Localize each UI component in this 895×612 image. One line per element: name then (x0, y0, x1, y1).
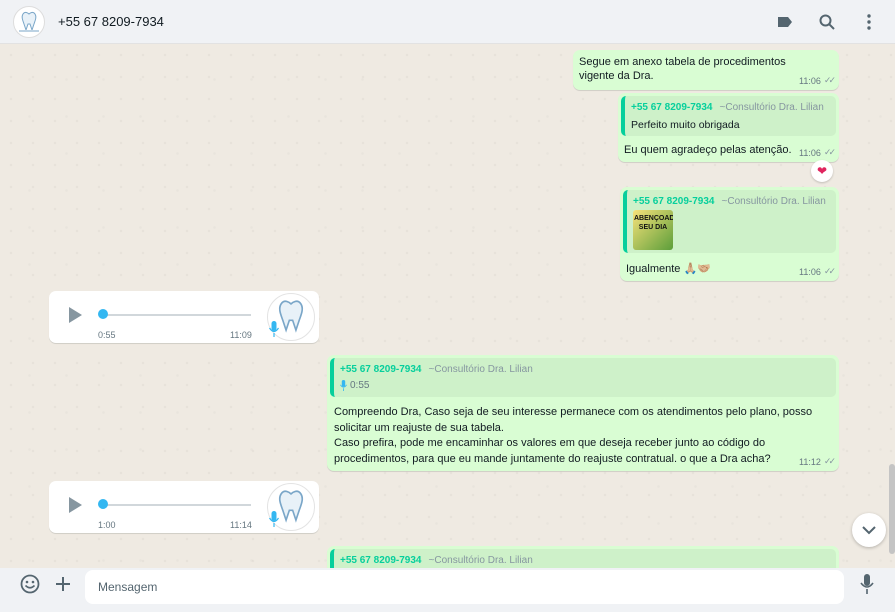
audio-progress-track[interactable] (99, 504, 251, 506)
message-meta: 11:06 ✓✓ (799, 266, 836, 277)
quote-author: +55 67 8209-7934 (631, 102, 713, 113)
quote-tag: ~Consultório Dra. Lilian (428, 555, 533, 566)
mic-icon (340, 380, 347, 391)
quoted-message[interactable]: +55 67 8209-7934 ~Consultório Dra. Lilia… (621, 96, 836, 136)
mic-icon[interactable] (857, 574, 877, 594)
message-input[interactable] (85, 570, 844, 604)
read-ticks-icon: ✓✓ (823, 75, 836, 85)
sticker-text: ABENÇOADO SEU DIA (634, 215, 673, 231)
message-outgoing[interactable]: +55 67 8209-7934 ~Consultório Dra. Lilia… (618, 93, 839, 162)
menu-icon[interactable] (859, 12, 879, 32)
chat-header: +55 67 8209-7934 (0, 0, 895, 44)
quote-text: Perfeito muito obrigada (631, 119, 740, 131)
quoted-message[interactable]: +55 67 8209-7934 ~Consultório Dra. Lilia… (623, 190, 836, 253)
contact-name[interactable]: +55 67 8209-7934 (58, 14, 164, 29)
quoted-message[interactable]: +55 67 8209-7934 ~Consultório Dra. Lilia… (330, 358, 836, 397)
tooth-logo-icon (19, 11, 39, 32)
quote-header: +55 67 8209-7934 ~Consultório Dra. Lilia… (340, 363, 533, 375)
message-time: 11:06 (799, 266, 821, 277)
mic-badge-icon (269, 511, 279, 527)
scroll-to-bottom-button[interactable] (852, 513, 886, 547)
header-actions (775, 0, 879, 44)
message-time: 11:12 (799, 456, 821, 467)
plus-icon[interactable] (53, 574, 73, 594)
chevron-down-icon (862, 525, 876, 534)
message-time: 11:06 (799, 147, 821, 158)
message-outgoing[interactable]: +55 67 8209-7934 ~Consultório Dra. Lilia… (327, 546, 839, 568)
message-outgoing[interactable]: +55 67 8209-7934 ~Consultório Dra. Lilia… (620, 187, 839, 281)
message-text: Igualmente 🙏🏼🤝🏼 (626, 263, 711, 275)
quote-tag: ~Consultório Dra. Lilian (428, 364, 533, 375)
search-icon[interactable] (817, 12, 837, 32)
sticker-thumbnail: ABENÇOADO SEU DIA (633, 210, 673, 250)
label-icon[interactable] (775, 12, 795, 32)
audio-duration: 1:00 (98, 520, 116, 530)
message-meta: 11:06 ✓✓ (799, 147, 836, 158)
quote-tag: ~Consultório Dra. Lilian (719, 102, 824, 113)
quote-header: +55 67 8209-7934 ~Consultório Dra. Lilia… (631, 101, 824, 113)
message-text: Eu quem agradeço pelas atenção. (624, 144, 792, 156)
voice-message-incoming[interactable]: 1:00 11:14 (49, 481, 319, 533)
contact-avatar[interactable] (13, 5, 45, 38)
message-outgoing[interactable]: +55 67 8209-7934 ~Consultório Dra. Lilia… (327, 355, 839, 471)
emoji-icon[interactable] (20, 574, 40, 594)
message-outgoing[interactable]: Segue em anexo tabela de procedimentos v… (573, 50, 839, 90)
quote-tag: ~Consultório Dra. Lilian (721, 196, 826, 207)
audio-progress-track[interactable] (99, 314, 251, 316)
chat-area[interactable]: Segue em anexo tabela de procedimentos v… (0, 44, 895, 568)
heart-reaction-icon[interactable]: ❤ (811, 160, 833, 182)
message-time: 11:09 (230, 330, 252, 340)
quoted-message[interactable]: +55 67 8209-7934 ~Consultório Dra. Lilia… (330, 549, 836, 568)
quote-header: +55 67 8209-7934 ~Consultório Dra. Lilia… (633, 195, 826, 207)
quote-header: +55 67 8209-7934 ~Consultório Dra. Lilia… (340, 554, 533, 566)
message-text: Segue em anexo tabela de procedimentos v… (579, 56, 786, 82)
chat-scrollbar[interactable] (889, 464, 895, 554)
quote-author: +55 67 8209-7934 (340, 364, 422, 375)
message-text: Compreendo Dra, Caso seja de seu interes… (334, 406, 813, 465)
quote-author: +55 67 8209-7934 (340, 555, 422, 566)
mic-badge-icon (269, 321, 279, 337)
quote-author: +55 67 8209-7934 (633, 196, 715, 207)
message-meta: 11:12 ✓✓ (799, 456, 836, 467)
message-time: 11:06 (799, 75, 821, 86)
read-ticks-icon: ✓✓ (823, 266, 836, 276)
quote-audio-duration: 0:55 (350, 380, 370, 391)
quote-audio: 0:55 (340, 380, 369, 391)
message-composer (0, 568, 895, 612)
audio-progress-handle[interactable] (98, 309, 108, 319)
audio-duration: 0:55 (98, 330, 116, 340)
read-ticks-icon: ✓✓ (823, 147, 836, 157)
voice-message-incoming[interactable]: 0:55 11:09 (49, 291, 319, 343)
read-ticks-icon: ✓✓ (823, 456, 836, 466)
play-icon[interactable] (69, 307, 82, 323)
message-meta: 11:06 ✓✓ (799, 75, 836, 86)
audio-progress-handle[interactable] (98, 499, 108, 509)
play-icon[interactable] (69, 497, 82, 513)
message-time: 11:14 (230, 520, 252, 530)
